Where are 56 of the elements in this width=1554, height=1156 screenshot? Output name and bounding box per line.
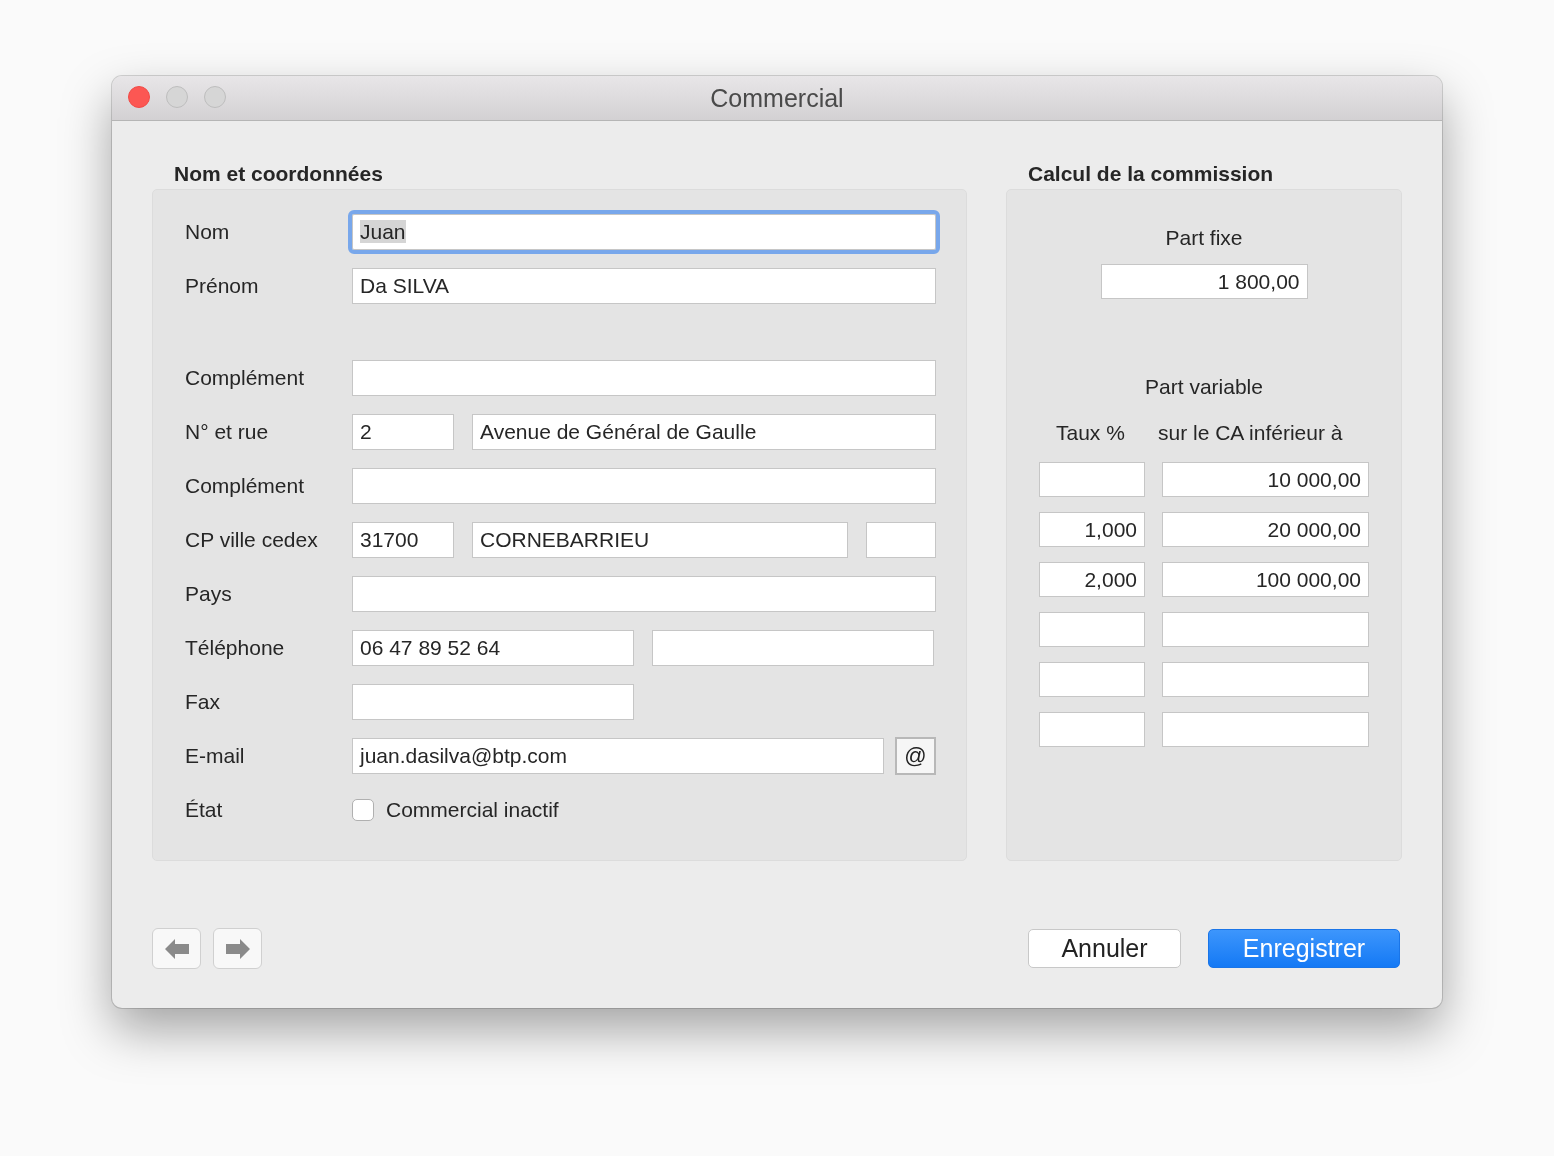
input-field[interactable]	[352, 360, 936, 396]
checkbox[interactable]	[352, 799, 374, 821]
left-arrow-icon	[163, 937, 190, 960]
previous-button[interactable]	[152, 928, 201, 969]
input-field[interactable]	[1162, 662, 1369, 697]
field-label: E-mail	[185, 744, 246, 768]
input-field[interactable]: 1 800,00	[1100, 264, 1308, 299]
input-field[interactable]: 10 000,00	[1162, 462, 1369, 497]
window-title: Commercial	[710, 83, 844, 113]
input-field[interactable]	[1162, 712, 1369, 747]
input-field[interactable]: 31700	[352, 522, 454, 558]
input-field[interactable]: 20 000,00	[1162, 512, 1369, 547]
section-heading: Nom et coordonnées	[173, 161, 384, 187]
field-label: Complément	[185, 366, 306, 390]
checkbox-label[interactable]: Commercial inactif	[386, 798, 559, 822]
input-field[interactable]: CORNEBARRIEU	[472, 522, 848, 558]
field-label: N° et rue	[185, 420, 270, 444]
close-icon[interactable]	[128, 86, 150, 108]
column-header: Taux %	[1056, 420, 1126, 446]
field-label: État	[185, 798, 224, 822]
input-field[interactable]	[1039, 712, 1145, 747]
field-label: Fax	[185, 690, 221, 714]
save-button[interactable]: Enregistrer	[1208, 929, 1400, 968]
input-field[interactable]	[1039, 462, 1145, 497]
input-field[interactable]: Da SILVA	[352, 268, 936, 304]
right-arrow-icon	[224, 937, 251, 960]
input-field[interactable]	[1039, 612, 1145, 647]
input-field[interactable]	[352, 468, 936, 504]
field-label: Pays	[185, 582, 233, 606]
variable-part-label: Part variable	[1145, 374, 1263, 400]
input-field[interactable]	[866, 522, 936, 558]
input-field[interactable]: Avenue de Général de Gaulle	[472, 414, 936, 450]
input-field[interactable]	[652, 630, 934, 666]
field-label: CP ville cedex	[185, 528, 319, 552]
field-label: Complément	[185, 474, 306, 498]
next-button[interactable]	[213, 928, 262, 969]
field-label: Téléphone	[185, 636, 286, 660]
input-field[interactable]: juan.dasilva@btp.com	[352, 738, 884, 774]
fixed-part-label: Part fixe	[1165, 225, 1243, 251]
email-button[interactable]: @	[895, 737, 936, 775]
minimize-icon[interactable]	[166, 86, 188, 108]
input-field[interactable]	[1162, 612, 1369, 647]
input-field[interactable]	[352, 684, 634, 720]
cancel-button[interactable]: Annuler	[1028, 929, 1181, 968]
zoom-icon[interactable]	[204, 86, 226, 108]
field-label: Prénom	[185, 274, 260, 298]
input-field[interactable]: 1,000	[1039, 512, 1145, 547]
input-field[interactable]: 100 000,00	[1162, 562, 1369, 597]
column-header: sur le CA inférieur à	[1158, 420, 1343, 446]
input-field[interactable]	[352, 576, 936, 612]
input-field[interactable]: 06 47 89 52 64	[352, 630, 634, 666]
field-label: Nom	[185, 220, 231, 244]
input-field[interactable]: 2	[352, 414, 454, 450]
input-field[interactable]: 2,000	[1039, 562, 1145, 597]
input-field[interactable]	[1039, 662, 1145, 697]
section-heading: Calcul de la commission	[1027, 161, 1275, 187]
